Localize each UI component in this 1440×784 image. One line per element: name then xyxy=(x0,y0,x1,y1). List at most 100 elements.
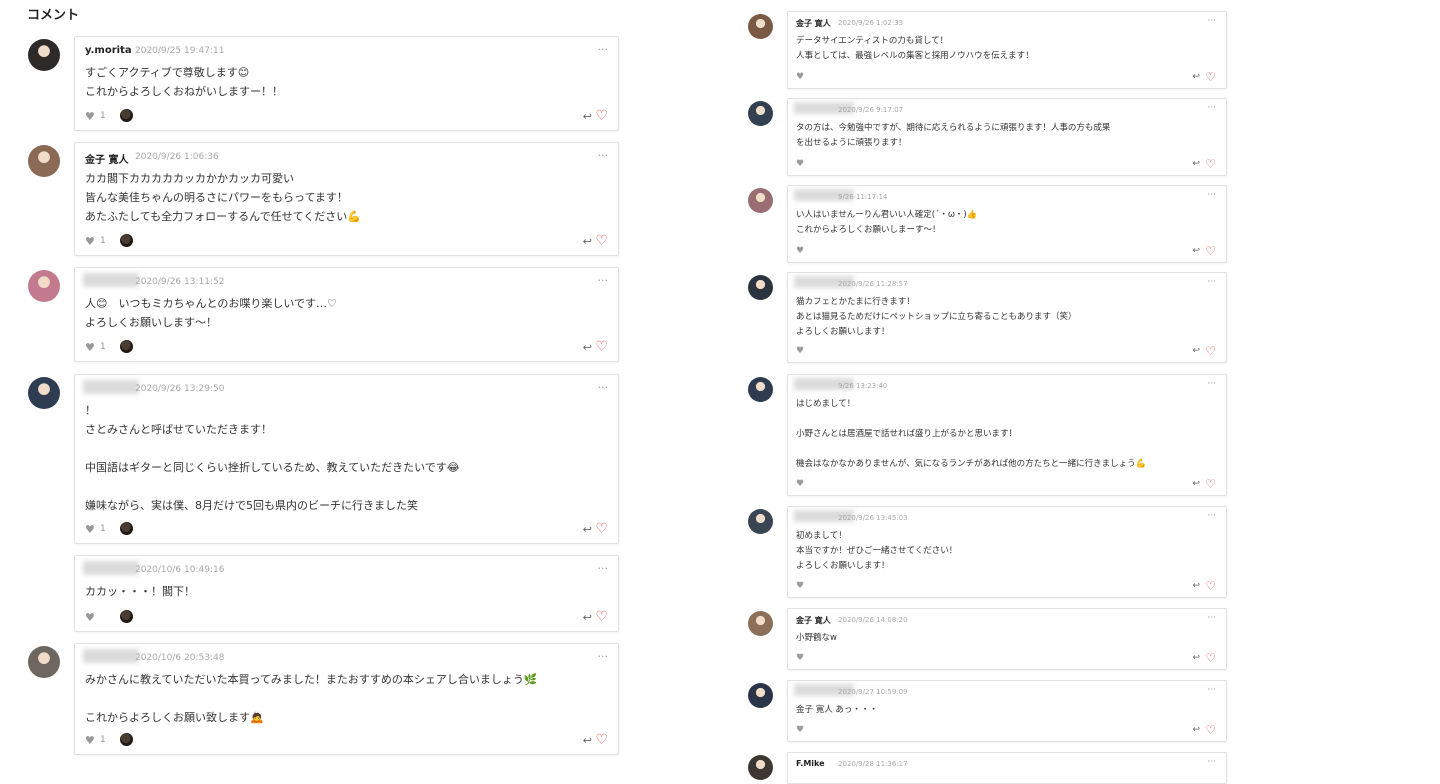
heart-gray-icon[interactable]: ♥ xyxy=(796,159,804,169)
heart-gray-icon[interactable]: ♥ xyxy=(85,734,95,747)
comment-line xyxy=(85,439,460,458)
heart-outline-red-icon[interactable]: ♡ xyxy=(595,609,608,625)
avatar[interactable] xyxy=(28,39,60,71)
heart-outline-red-icon[interactable]: ♡ xyxy=(1205,70,1216,84)
avatar[interactable] xyxy=(28,145,60,177)
liker-avatar[interactable] xyxy=(120,610,133,623)
comment-line: よろしくお願いします！ xyxy=(796,327,890,337)
comment-timestamp: 9/26 11:17:14 xyxy=(838,193,888,201)
liker-avatar[interactable] xyxy=(120,522,133,535)
ellipsis-icon[interactable]: ··· xyxy=(1207,685,1216,695)
avatar[interactable] xyxy=(748,755,773,780)
heart-gray-icon[interactable]: ♥ xyxy=(85,341,95,354)
heart-outline-red-icon[interactable]: ♡ xyxy=(1205,579,1216,593)
heart-outline-red-icon[interactable]: ♡ xyxy=(1205,157,1216,171)
avatar[interactable] xyxy=(748,14,773,39)
avatar[interactable] xyxy=(748,101,773,126)
avatar[interactable] xyxy=(748,683,773,708)
reply-arrow-icon[interactable]: ↩ xyxy=(1192,246,1200,256)
ellipsis-icon[interactable]: ··· xyxy=(598,274,609,287)
heart-outline-red-icon[interactable]: ♡ xyxy=(595,339,608,355)
avatar[interactable] xyxy=(748,275,773,300)
comment-line xyxy=(796,442,1146,457)
comment-line xyxy=(796,412,1146,427)
comment-timestamp: 2020/10/6 10:49:16 xyxy=(135,565,225,575)
ellipsis-icon[interactable]: ··· xyxy=(1207,190,1216,200)
comment-body: はじめまして！ 小野さんとは居酒屋で話せれば盛り上がるかと思います！ 機会はなかなか… xyxy=(796,397,1146,472)
ellipsis-icon[interactable]: ··· xyxy=(1207,103,1216,113)
reply-arrow-icon[interactable]: ↩ xyxy=(1192,72,1200,82)
heart-gray-icon[interactable]: ♥ xyxy=(796,581,804,591)
ellipsis-icon[interactable]: ··· xyxy=(1207,379,1216,389)
ellipsis-icon[interactable]: ··· xyxy=(1207,757,1216,767)
reply-arrow-icon[interactable]: ↩ xyxy=(1192,653,1200,663)
comments-section-title: コメント xyxy=(27,8,80,23)
liker-avatar[interactable] xyxy=(120,340,133,353)
heart-gray-icon[interactable]: ♥ xyxy=(796,725,804,735)
heart-outline-red-icon[interactable]: ♡ xyxy=(595,521,608,537)
heart-gray-icon[interactable]: ♥ xyxy=(796,72,804,82)
ellipsis-icon[interactable]: ··· xyxy=(598,562,609,575)
heart-gray-icon[interactable]: ♥ xyxy=(796,653,804,663)
heart-outline-red-icon[interactable]: ♡ xyxy=(1205,344,1216,358)
comment-timestamp: 9/26 13:23:40 xyxy=(838,382,888,390)
comment-author[interactable]: 金子 寛人 xyxy=(85,151,128,166)
heart-outline-red-icon[interactable]: ♡ xyxy=(1205,244,1216,258)
ellipsis-icon[interactable]: ··· xyxy=(598,43,609,56)
comment-body: ！ さとみさんと呼ばせていただきます！ 中国語はギターと同じくらい挫折しているため、… xyxy=(85,401,460,515)
heart-outline-red-icon[interactable]: ♡ xyxy=(1205,477,1216,491)
heart-gray-icon[interactable]: ♥ xyxy=(85,611,95,624)
comment-author[interactable]: F.Mike xyxy=(796,759,825,768)
heart-outline-red-icon[interactable]: ♡ xyxy=(1205,723,1216,737)
avatar[interactable] xyxy=(28,646,60,678)
heart-gray-icon[interactable]: ♥ xyxy=(796,346,804,356)
heart-gray-icon[interactable]: ♥ xyxy=(85,235,95,248)
comment-card: 2020/9/26 9:17:07 ··· タの方は、今勉強中ですが、期待に応えられ… xyxy=(787,98,1227,176)
avatar[interactable] xyxy=(748,377,773,402)
avatar[interactable] xyxy=(748,188,773,213)
comment-line: あたふたしても全力フォローするんで任せてください💪 xyxy=(85,210,361,223)
heart-gray-icon[interactable]: ♥ xyxy=(85,523,95,536)
comment-line: これからよろしくお願いしまーす〜！ xyxy=(796,225,941,235)
liker-avatar[interactable] xyxy=(120,234,133,247)
ellipsis-icon[interactable]: ··· xyxy=(598,381,609,394)
ellipsis-icon[interactable]: ··· xyxy=(1207,277,1216,287)
ellipsis-icon[interactable]: ··· xyxy=(1207,16,1216,26)
reply-arrow-icon[interactable]: ↩ xyxy=(1192,725,1200,735)
avatar[interactable] xyxy=(28,377,60,409)
ellipsis-icon[interactable]: ··· xyxy=(598,650,609,663)
comment-timestamp: 2020/9/26 11:28:57 xyxy=(838,280,908,288)
heart-outline-red-icon[interactable]: ♡ xyxy=(595,732,608,748)
reply-arrow-icon[interactable]: ↩ xyxy=(583,341,592,354)
reply-arrow-icon[interactable]: ↩ xyxy=(1192,581,1200,591)
liker-avatar[interactable] xyxy=(120,109,133,122)
ellipsis-icon[interactable]: ··· xyxy=(1207,511,1216,521)
reply-arrow-icon[interactable]: ↩ xyxy=(583,523,592,536)
reply-arrow-icon[interactable]: ↩ xyxy=(1192,479,1200,489)
liker-avatar[interactable] xyxy=(120,733,133,746)
heart-gray-icon[interactable]: ♥ xyxy=(796,246,804,256)
heart-gray-icon[interactable]: ♥ xyxy=(796,479,804,489)
reply-arrow-icon[interactable]: ↩ xyxy=(583,611,592,624)
reply-arrow-icon[interactable]: ↩ xyxy=(1192,346,1200,356)
heart-gray-icon[interactable]: ♥ xyxy=(85,110,95,123)
avatar[interactable] xyxy=(28,270,60,302)
ellipsis-icon[interactable]: ··· xyxy=(1207,613,1216,623)
comment-author[interactable]: 金子 寛人 xyxy=(796,615,831,626)
reply-arrow-icon[interactable]: ↩ xyxy=(1192,159,1200,169)
comment-author[interactable]: 金子 寛人 xyxy=(796,18,831,29)
reply-arrow-icon[interactable]: ↩ xyxy=(583,734,592,747)
heart-outline-red-icon[interactable]: ♡ xyxy=(595,108,608,124)
comment-line: 初めまして！ xyxy=(796,531,847,541)
reply-arrow-icon[interactable]: ↩ xyxy=(583,110,592,123)
reply-arrow-icon[interactable]: ↩ xyxy=(583,235,592,248)
comment-timestamp: 2020/9/27 10:59:09 xyxy=(838,688,908,696)
comment-card: 2020/9/26 13:45:03 ··· 初めまして！ 本当ですか！ぜひご一緒させ… xyxy=(787,506,1227,598)
heart-outline-red-icon[interactable]: ♡ xyxy=(1205,651,1216,665)
ellipsis-icon[interactable]: ··· xyxy=(598,149,609,162)
avatar[interactable] xyxy=(748,509,773,534)
redacted-name xyxy=(83,380,139,394)
heart-outline-red-icon[interactable]: ♡ xyxy=(595,233,608,249)
comment-author[interactable]: y.morita xyxy=(85,45,132,56)
avatar[interactable] xyxy=(748,611,773,636)
